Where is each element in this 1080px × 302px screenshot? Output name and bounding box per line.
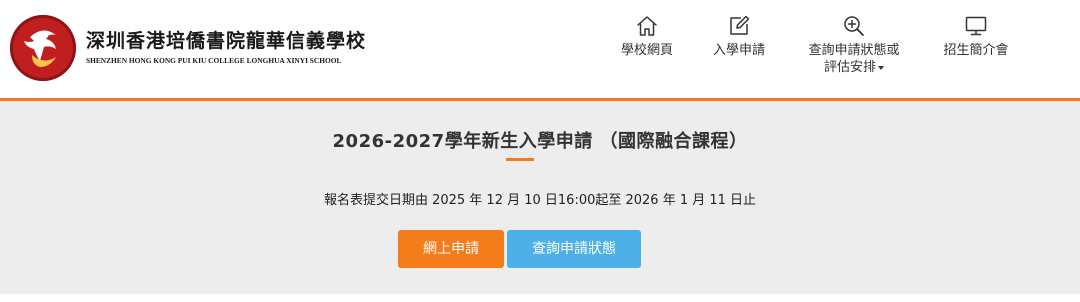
site-header: 深圳香港培僑書院龍華信義學校 SHENZHEN HONG KONG PUI KI… bbox=[0, 0, 1080, 98]
monitor-icon bbox=[965, 16, 987, 36]
school-name-english: SHENZHEN HONG KONG PUI KIU COLLEGE LONGH… bbox=[86, 56, 342, 65]
school-name-chinese: 深圳香港培僑書院龍華信義學校 bbox=[86, 30, 367, 52]
nav-label-admission-briefing: 招生簡介會 bbox=[943, 43, 1009, 58]
online-apply-button[interactable]: 網上申請 bbox=[398, 230, 504, 268]
nav-label-admission-application: 入學申請 bbox=[712, 43, 765, 58]
nav-item-school-website[interactable]: 學校網頁 bbox=[615, 14, 679, 59]
page-title: 2026-2027學年新生入學申請 （國際融合課程） bbox=[332, 131, 748, 152]
page-footer-strip bbox=[0, 294, 1080, 302]
search-plus-icon bbox=[844, 16, 864, 36]
application-period-text: 報名表提交日期由 2025 年 12 月 10 日16:00起至 2026 年 … bbox=[323, 193, 757, 208]
chevron-down-icon bbox=[878, 65, 884, 70]
nav-item-check-status[interactable]: 查詢申請狀態或 評估安排 bbox=[797, 14, 911, 76]
page: 深圳香港培僑書院龍華信義學校 SHENZHEN HONG KONG PUI KI… bbox=[0, 0, 1080, 302]
check-status-button[interactable]: 查詢申請狀態 bbox=[507, 230, 641, 268]
edit-icon bbox=[730, 15, 750, 35]
nav-label-school-website: 學校網頁 bbox=[620, 43, 673, 58]
nav-label-check-status-line1: 查詢申請狀態或 bbox=[808, 43, 900, 58]
nav-item-admission-application[interactable]: 入學申請 bbox=[704, 14, 774, 59]
nav-label-check-status-line2: 評估安排 bbox=[823, 60, 876, 75]
title-underline bbox=[506, 158, 534, 161]
home-icon bbox=[637, 16, 657, 36]
nav-item-admission-briefing[interactable]: 招生簡介會 bbox=[934, 14, 1018, 59]
school-crest-icon[interactable] bbox=[10, 15, 76, 81]
